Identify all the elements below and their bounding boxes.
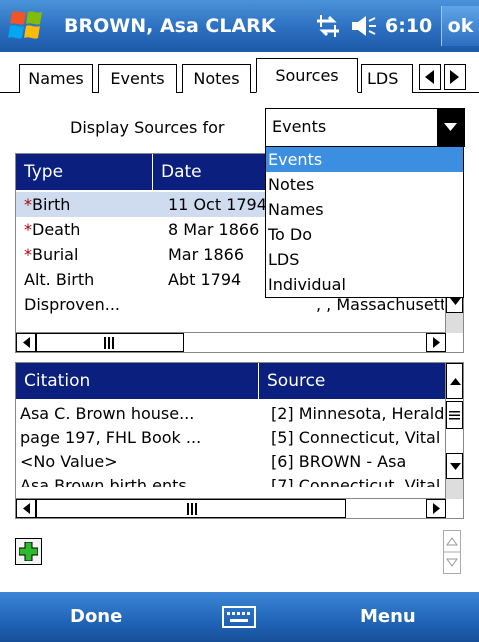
clock[interactable]: 6:10 [385, 0, 432, 52]
display-sources-select[interactable]: Events [265, 108, 465, 147]
scroll-thumb[interactable] [36, 333, 184, 352]
scroll-corner [446, 313, 463, 333]
windows-logo-icon[interactable] [6, 8, 50, 44]
source-text: [7] Connecticut, Vital [271, 476, 441, 487]
column-header-source[interactable]: Source [259, 363, 446, 399]
event-date: 11 Oct 1794 [168, 195, 267, 214]
source-text: [6] BROWN - Asa [271, 452, 407, 471]
citation-text: Asa C. Brown house... [20, 404, 195, 423]
citations-horizontal-scrollbar[interactable] [16, 498, 446, 518]
event-type: Birth [32, 195, 71, 214]
form-vertical-scrollbar[interactable] [443, 530, 461, 574]
column-header-type[interactable]: Type [16, 154, 153, 190]
dropdown-option-notes[interactable]: Notes [266, 172, 463, 197]
dropdown-option-lds[interactable]: LDS [266, 247, 463, 272]
arrow-up-icon [450, 378, 461, 385]
event-type: Alt. Birth [24, 270, 95, 289]
star-marker: * [24, 195, 32, 214]
tab-scroll-right-button[interactable] [444, 64, 466, 90]
scroll-left-button[interactable] [16, 333, 36, 352]
arrow-right-icon [433, 503, 440, 514]
scroll-thumb[interactable] [446, 401, 463, 429]
ok-button[interactable]: ok [441, 6, 479, 46]
source-text: [5] Connecticut, Vital [271, 428, 441, 447]
column-header-date[interactable]: Date [153, 154, 273, 190]
grip-icon [449, 411, 460, 420]
dropdown-button[interactable] [437, 109, 464, 146]
scroll-thumb[interactable] [36, 499, 346, 518]
plus-icon [19, 542, 38, 561]
display-sources-label: Display Sources for [70, 118, 225, 137]
event-type: Death [32, 220, 81, 239]
citation-text: page 197, FHL Book ... [20, 428, 202, 447]
arrow-left-icon [23, 503, 30, 514]
scroll-right-button[interactable] [426, 499, 446, 518]
grip-icon [104, 337, 114, 349]
done-button[interactable]: Done [70, 592, 122, 642]
citation-text: Asa Brown birth ents [20, 476, 187, 487]
star-marker: * [24, 220, 32, 239]
citations-vertical-scrollbar[interactable] [445, 363, 463, 499]
event-date: 8 Mar 1866 [168, 220, 260, 239]
arrow-left-icon [425, 70, 434, 84]
dropdown-option-todo[interactable]: To Do [266, 222, 463, 247]
star-marker: * [24, 245, 32, 264]
table-row[interactable]: <No Value> [6] BROWN - Asa [16, 449, 446, 474]
tab-sources[interactable]: Sources [256, 58, 358, 93]
scroll-down-button[interactable] [446, 453, 463, 479]
display-sources-dropdown: Events Notes Names To Do LDS Individual [265, 146, 464, 298]
table-row[interactable]: page 197, FHL Book ... [5] Connecticut, … [16, 425, 446, 450]
scroll-left-button[interactable] [16, 499, 36, 518]
tab-lds[interactable]: LDS [361, 64, 413, 93]
tab-notes[interactable]: Notes [182, 64, 251, 93]
tab-scroll-left-button[interactable] [419, 64, 441, 90]
scroll-up-button[interactable] [446, 363, 463, 399]
arrow-right-icon [433, 337, 440, 348]
citations-grid: Citation Source Asa C. Brown house... [2… [15, 362, 464, 519]
chevron-down-icon [444, 123, 457, 131]
scroll-corner [446, 479, 463, 499]
event-type: Burial [32, 245, 79, 264]
arrow-left-icon [23, 337, 30, 348]
grip-icon [187, 503, 197, 515]
window-title: BROWN, Asa CLARK [64, 15, 276, 37]
arrow-down-icon [450, 463, 461, 470]
volume-icon[interactable] [350, 12, 378, 40]
scroll-arrows-icon [444, 537, 460, 567]
event-type: Disproven... [24, 295, 120, 314]
column-header-citation[interactable]: Citation [16, 363, 259, 399]
menu-button[interactable]: Menu [360, 592, 416, 642]
table-row[interactable]: Asa Brown birth ents [7] Connecticut, Vi… [16, 473, 446, 487]
events-horizontal-scrollbar[interactable] [16, 332, 446, 352]
add-citation-button[interactable] [15, 538, 42, 565]
dropdown-option-names[interactable]: Names [266, 197, 463, 222]
event-date: Abt 1794 [168, 270, 242, 289]
event-date: Mar 1866 [168, 245, 244, 264]
source-text: [2] Minnesota, Herald [271, 404, 445, 423]
table-row[interactable]: Asa C. Brown house... [2] Minnesota, Her… [16, 401, 446, 426]
tab-events[interactable]: Events [98, 64, 177, 93]
dropdown-option-individual[interactable]: Individual [266, 272, 463, 297]
tab-names[interactable]: Names [19, 64, 93, 93]
title-bar: BROWN, Asa CLARK 6:10 ok [0, 0, 479, 52]
scroll-right-button[interactable] [426, 333, 446, 352]
softkey-bar: Done Menu [0, 592, 479, 642]
dropdown-option-events[interactable]: Events [266, 147, 463, 172]
arrow-down-icon [450, 298, 461, 305]
arrow-right-icon [450, 70, 459, 84]
display-sources-value: Events [272, 117, 327, 136]
sync-icon[interactable] [313, 12, 343, 40]
citation-text: <No Value> [20, 452, 118, 471]
keyboard-icon[interactable] [222, 606, 256, 628]
